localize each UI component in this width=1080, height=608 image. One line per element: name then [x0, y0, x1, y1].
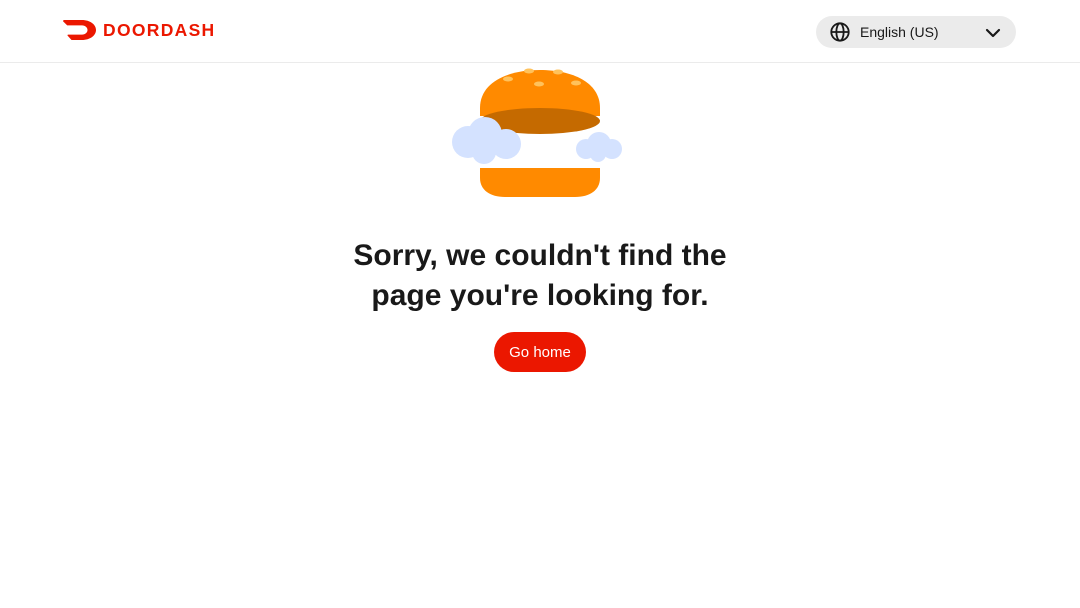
doordash-logo-link[interactable]: DOORDASH	[63, 20, 216, 40]
not-found-message-line-2: page you're looking for.	[371, 279, 709, 312]
chevron-down-icon	[985, 28, 1001, 38]
sesame-seed	[503, 76, 513, 82]
floating-burger-illustration	[452, 68, 622, 197]
language-selected-label: English (US)	[860, 24, 939, 40]
go-home-button[interactable]: Go home	[494, 332, 586, 372]
burger-bottom-bun	[480, 168, 600, 197]
cloud-right	[576, 132, 622, 162]
globe-icon	[830, 22, 850, 42]
brand-name: DOORDASH	[103, 20, 216, 40]
sesame-seed	[553, 69, 563, 75]
not-found-message: Sorry, we couldn't find the page you're …	[240, 236, 840, 316]
not-found-message-line-1: Sorry, we couldn't find the	[353, 239, 727, 272]
sesame-seed	[524, 68, 534, 74]
sesame-seed	[534, 81, 544, 87]
doordash-logo-icon	[63, 20, 96, 40]
language-selector[interactable]: English (US)	[816, 16, 1016, 48]
sesame-seed	[571, 80, 581, 86]
top-header: DOORDASH English (US)	[0, 0, 1080, 63]
